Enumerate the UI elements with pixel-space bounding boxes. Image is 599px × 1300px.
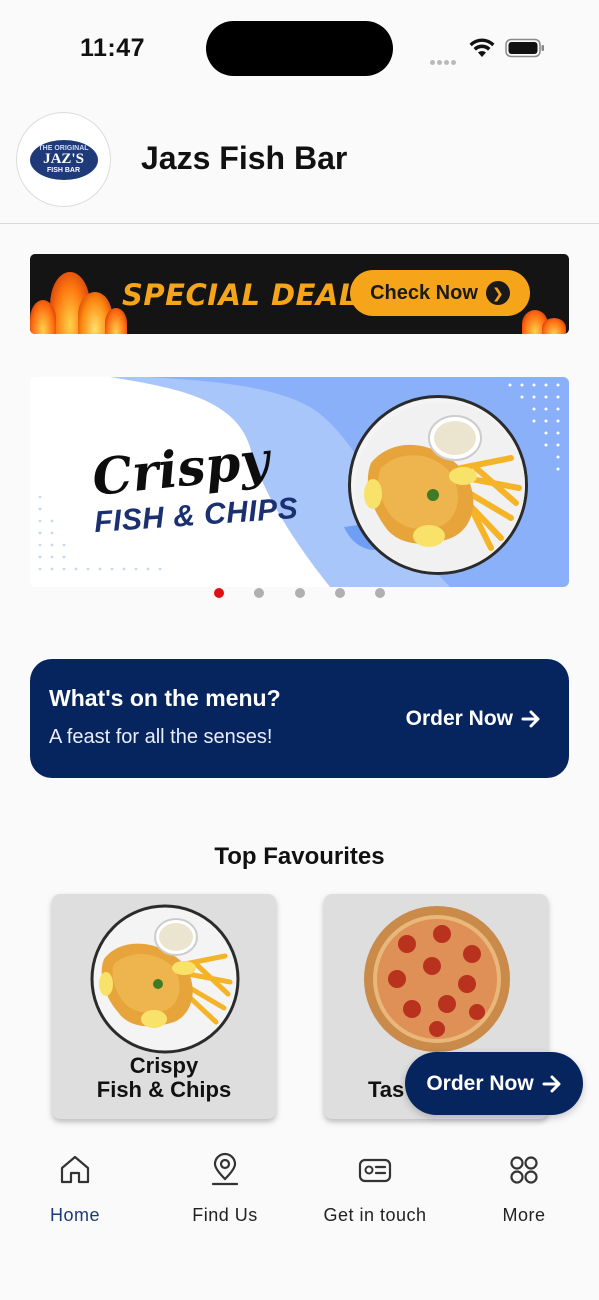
status-bar: 11:47 <box>0 0 599 100</box>
status-time: 11:47 <box>80 34 146 62</box>
favourite-name-line1: Crispy <box>129 1053 199 1078</box>
wifi-icon <box>469 38 495 57</box>
tab-get-in-touch[interactable]: Get in touch <box>300 1152 450 1226</box>
logo-text-main: JAZ'S <box>43 151 84 167</box>
tab-label: Get in touch <box>323 1205 427 1225</box>
pagination-dot[interactable] <box>254 588 264 598</box>
fish-and-chips-thumbnail <box>90 904 240 1054</box>
home-icon <box>60 1155 90 1184</box>
cellular-signal-icon <box>430 52 460 65</box>
pagination-dot[interactable] <box>375 588 385 598</box>
carousel-pagination <box>0 588 599 600</box>
menu-card-title: What's on the menu? <box>49 685 281 711</box>
favourite-name: Crispy Fish & Chips <box>52 1054 276 1102</box>
contact-card-icon <box>358 1158 392 1183</box>
tab-more[interactable]: More <box>449 1152 599 1226</box>
tab-label: Home <box>49 1205 100 1225</box>
chevron-right-icon: ❯ <box>485 281 510 305</box>
battery-icon <box>505 38 544 58</box>
pagination-dot-active[interactable] <box>214 588 224 598</box>
bottom-tab-bar: Home Find Us Get in touch More <box>0 1130 599 1300</box>
pagination-dot[interactable] <box>295 588 305 598</box>
check-now-label: Check Now <box>370 281 478 304</box>
fish-and-chips-image <box>348 395 528 575</box>
menu-card-subtitle: A feast for all the senses! <box>49 726 273 748</box>
menu-order-now-link[interactable]: Order Now <box>406 707 541 731</box>
floating-order-now-label: Order Now <box>426 1071 534 1095</box>
menu-order-now-label: Order Now <box>405 707 513 730</box>
favourite-card-fish-and-chips[interactable]: Crispy Fish & Chips <box>52 894 276 1119</box>
deals-heading: SPECIAL DEALS <box>122 278 380 312</box>
tab-label: More <box>502 1205 546 1225</box>
menu-promo-card[interactable]: What's on the menu? A feast for all the … <box>30 659 569 778</box>
arrow-right-icon <box>521 710 540 728</box>
dynamic-island <box>206 21 393 76</box>
arrow-right-icon <box>542 1075 561 1092</box>
pagination-dot[interactable] <box>335 588 345 598</box>
promo-carousel[interactable]: Crispy FISH & CHIPS <box>30 377 569 587</box>
check-now-button[interactable]: Check Now ❯ <box>350 270 530 316</box>
app-header: THE ORIGINAL JAZ'S FISH BAR Jazs Fish Ba… <box>0 100 599 224</box>
logo-text-bottom: FISH BAR <box>46 167 81 174</box>
restaurant-logo[interactable]: THE ORIGINAL JAZ'S FISH BAR <box>16 112 111 207</box>
grid-icon <box>510 1156 538 1184</box>
favourite-name-line2: Fish & Chips <box>96 1077 232 1102</box>
top-favourites-heading: Top Favourites <box>214 843 385 870</box>
floating-order-now-button[interactable]: Order Now <box>405 1052 583 1115</box>
special-deals-banner[interactable]: SPECIAL DEALS Check Now ❯ <box>30 254 569 334</box>
tab-home[interactable]: Home <box>0 1152 150 1226</box>
tab-label: Find Us <box>192 1205 258 1225</box>
page-title: Jazs Fish Bar <box>141 140 348 176</box>
tab-find-us[interactable]: Find Us <box>150 1152 300 1226</box>
location-pin-icon <box>211 1152 239 1186</box>
pepperoni-pizza-thumbnail <box>362 904 512 1054</box>
